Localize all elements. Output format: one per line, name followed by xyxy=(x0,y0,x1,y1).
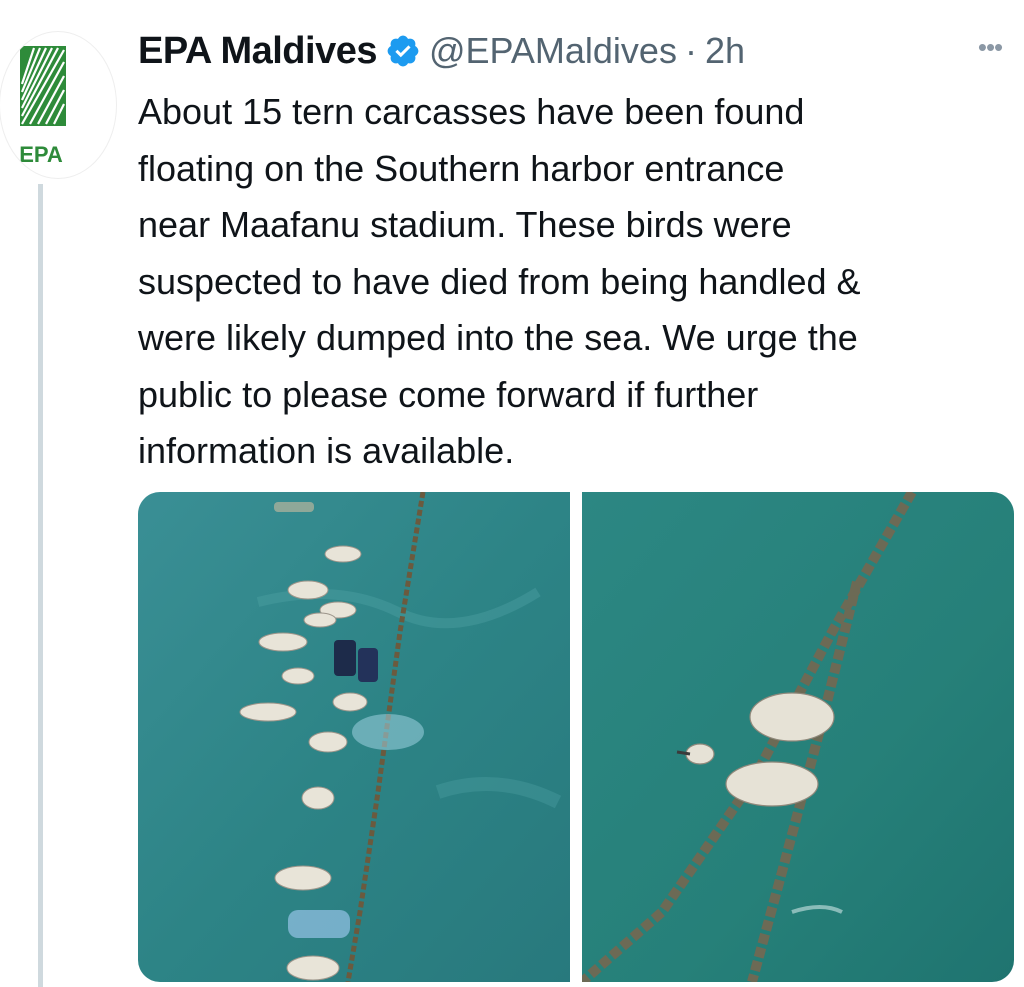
water-floating-birds-image xyxy=(138,492,570,982)
media-grid xyxy=(138,492,1014,982)
user-handle[interactable]: @EPAMaldives xyxy=(429,30,677,72)
thread-line xyxy=(38,184,43,987)
avatar[interactable]: EPA xyxy=(0,32,116,178)
photo-left[interactable] xyxy=(138,492,570,982)
display-name[interactable]: EPA Maldives xyxy=(138,30,377,73)
photo-right[interactable] xyxy=(582,492,1014,982)
palm-leaf-icon: EPA xyxy=(19,46,66,167)
tweet-header: EPA Maldives @EPAMaldives · 2h xyxy=(138,28,745,74)
tweet-text: About 15 tern carcasses have been found … xyxy=(138,91,861,471)
avatar-logo-text: EPA xyxy=(19,142,63,167)
verified-badge-icon xyxy=(387,35,419,67)
timestamp[interactable]: 2h xyxy=(705,30,745,72)
separator-dot: · xyxy=(684,30,697,71)
water-dead-birds-rope-image xyxy=(582,492,1014,982)
more-options-icon[interactable]: ••• xyxy=(968,32,1012,62)
